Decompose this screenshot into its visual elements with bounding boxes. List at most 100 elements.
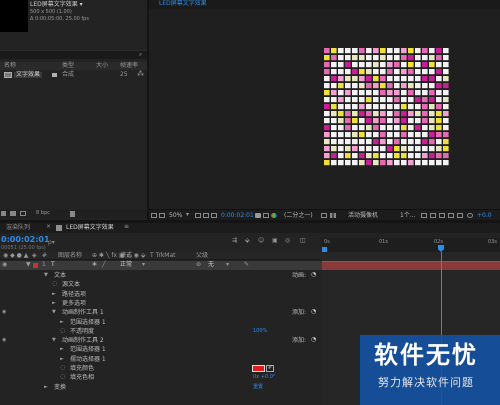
property-row[interactable]: ◉ ▼ 动画制作工具 1 添加: ◔ (0, 308, 322, 317)
views-dropdown[interactable]: 1个... (400, 213, 416, 219)
bpc-label[interactable]: 8 bpc (36, 211, 50, 216)
col-trkmat[interactable]: T TrkMat (150, 253, 176, 259)
timeline-timecode[interactable]: 0:00:02:01 (1, 236, 50, 244)
mask-toggle-icon[interactable] (151, 213, 157, 218)
property-row[interactable]: ► 范围选择器 1 (0, 345, 322, 354)
grid-icon[interactable] (203, 213, 209, 218)
layout-icon-3[interactable] (439, 213, 445, 218)
pickwhip-icon[interactable]: ⊚ (196, 262, 201, 268)
col-name[interactable]: 名称 (4, 63, 16, 69)
twirl-icon[interactable]: ▼ (52, 338, 56, 343)
property-row[interactable]: ► 范围选择器 1 (0, 318, 322, 327)
keyframe-marker[interactable] (441, 290, 442, 297)
color-channel-icon[interactable] (271, 213, 277, 218)
quality-switch-icon[interactable]: ╱ (102, 262, 106, 268)
new-comp-icon[interactable] (20, 211, 26, 216)
property-row[interactable]: ◌ 源文本 (0, 280, 322, 289)
crop-icon[interactable] (211, 213, 217, 218)
col-framerate[interactable]: 帧速率 (120, 63, 138, 69)
layer-label-color[interactable] (33, 263, 38, 268)
property-eye-icon[interactable]: ◉ (2, 310, 6, 315)
add-menu-icon[interactable]: ◔ (311, 272, 316, 278)
layout-icon-2[interactable] (430, 213, 436, 218)
draft-3d-icon[interactable]: ⬙ (245, 238, 250, 244)
roi-icon[interactable] (321, 213, 327, 218)
property-row[interactable]: ► 更多选项 (0, 299, 322, 308)
twirl-icon[interactable]: ► (52, 300, 56, 306)
link-icon[interactable]: ✎ (244, 262, 249, 268)
property-value[interactable]: 重置 (253, 384, 263, 390)
motion-blur-icon[interactable]: ◎ (285, 238, 290, 244)
property-row[interactable]: ◉ ▼ 动画制作工具 2 添加: ◔ (0, 336, 322, 345)
twirl-icon[interactable]: ► (60, 319, 64, 325)
property-row[interactable]: ▼ 文本 动画: ◔ (0, 271, 322, 280)
transparency-grid-icon[interactable] (330, 213, 336, 218)
twirl-icon[interactable]: ► (52, 291, 56, 297)
comp-mini-flowchart-icon[interactable]: ⇶ (232, 238, 237, 244)
timeline-search-input[interactable]: ρ▾ (48, 240, 128, 247)
property-row[interactable]: ◌ 不透明度 100% (0, 327, 322, 336)
project-item-row[interactable]: 文字效果 合成 25 ⁂ (0, 71, 147, 79)
keyframe-marker[interactable] (441, 327, 442, 334)
stopwatch-icon[interactable]: ◌ (60, 374, 65, 380)
project-search-input[interactable]: ⌕ (0, 50, 147, 59)
eyedropper-icon[interactable]: ✐ (266, 365, 275, 372)
tab-render-queue[interactable]: 渲染队列 (6, 225, 30, 231)
new-folder-icon[interactable] (10, 211, 16, 216)
safe-zones-icon[interactable] (195, 213, 201, 218)
col-mode[interactable]: 模式 (120, 253, 132, 259)
stopwatch-icon[interactable]: ◌ (52, 281, 57, 287)
region-icon[interactable] (159, 213, 165, 218)
property-row[interactable]: ► 摆动选择器 1 (0, 355, 322, 364)
property-row[interactable]: ◌ 填充色相 0x +0.0° (0, 373, 322, 382)
property-value[interactable]: 100% (253, 328, 267, 334)
property-row[interactable]: ► 路径选项 (0, 290, 322, 299)
layer-row[interactable]: ◉ ▼ 1 T ✱ ╱ 正常 ▾ ⊚ 无 ▾ ✎ (0, 261, 322, 270)
hamburger-icon[interactable]: ≡ (124, 224, 129, 230)
eye-icon[interactable]: ◉ (2, 262, 7, 268)
view-mode-dropdown[interactable]: 活动摄像机 (348, 213, 378, 219)
collapse-switch-icon[interactable]: ✱ (92, 262, 97, 268)
twirl-icon[interactable]: ► (60, 356, 64, 362)
col-layer-name[interactable]: 图层名称 (58, 253, 82, 259)
add-animator-label[interactable]: 动画: (292, 273, 306, 279)
fill-color-swatch[interactable] (252, 365, 265, 372)
layout-icon-4[interactable] (448, 213, 454, 218)
stopwatch-icon[interactable]: ◌ (60, 365, 65, 371)
graph-editor-icon[interactable]: ◫ (300, 238, 306, 244)
add-animator-label[interactable]: 添加: (292, 338, 306, 344)
twirl-icon[interactable]: ▼ (44, 273, 48, 278)
keyframe-marker[interactable] (441, 318, 442, 325)
add-menu-icon[interactable]: ◔ (311, 337, 316, 343)
resolution-dropdown[interactable]: (二分之一) (284, 213, 313, 219)
layer-mode-dropdown[interactable]: 正常 (120, 262, 132, 268)
add-animator-label[interactable]: 添加: (292, 310, 306, 316)
viewer-tab-comp[interactable]: LED屏幕文字效果 (159, 1, 207, 7)
col-type[interactable]: 类型 (62, 63, 74, 69)
exposure-icon[interactable] (467, 213, 473, 218)
twirl-icon[interactable]: ▼ (52, 310, 56, 315)
layout-icon-5[interactable] (457, 213, 463, 218)
time-ruler[interactable]: 0s 01s 02s 03s (322, 238, 500, 252)
frame-blending-icon[interactable]: ▣ (272, 238, 278, 244)
twirl-icon[interactable]: ► (44, 384, 48, 390)
property-value[interactable]: 0x +0.0° (253, 375, 275, 380)
exposure-value[interactable]: +0.0 (477, 213, 492, 219)
property-row[interactable]: ► 变换 重置 (0, 383, 322, 392)
property-eye-icon[interactable]: ◉ (2, 338, 6, 343)
show-snapshot-icon[interactable] (263, 213, 269, 218)
comp-name[interactable]: LED屏幕文字效果 ▾ (30, 2, 83, 8)
layer-parent-dropdown[interactable]: 无 (208, 262, 214, 268)
viewer-timecode[interactable]: 0:00:02:01 (221, 213, 254, 219)
layer-duration-bar[interactable] (322, 261, 500, 270)
col-size[interactable]: 大小 (96, 63, 108, 69)
property-row[interactable]: ◌ 填充颜色 ✐ (0, 364, 322, 373)
interpret-footage-icon[interactable] (1, 211, 6, 216)
shy-icon[interactable]: ☺ (258, 238, 264, 244)
keyframe-marker[interactable] (441, 299, 442, 306)
add-menu-icon[interactable]: ◔ (311, 309, 316, 315)
layout-icon-1[interactable] (421, 213, 427, 218)
snapshot-icon[interactable] (255, 213, 261, 218)
twirl-down-icon[interactable]: ▼ (26, 262, 31, 268)
tab-comp-timeline[interactable]: LED屏幕文字效果 (66, 225, 114, 231)
